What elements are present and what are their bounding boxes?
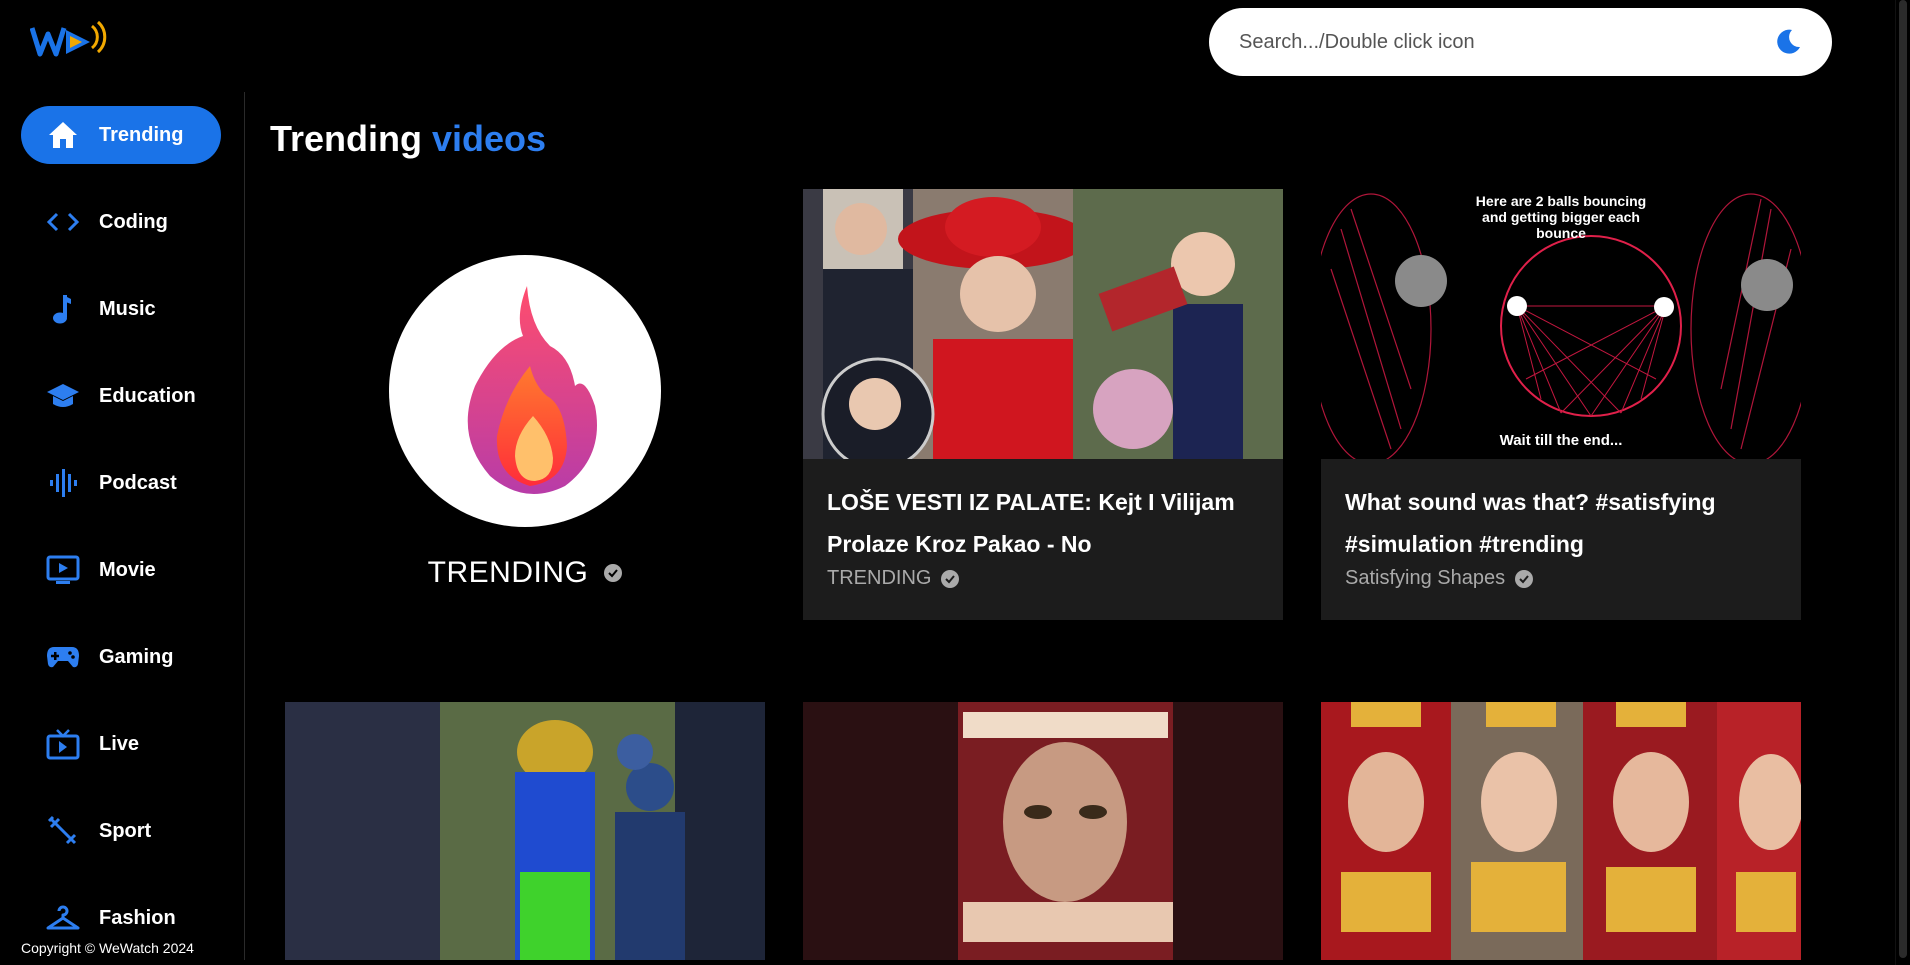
tv-play-icon	[45, 552, 81, 588]
channel-avatar[interactable]	[389, 255, 661, 527]
search-input[interactable]	[1237, 29, 1772, 55]
sidebar-item-label: Coding	[99, 210, 168, 233]
video-card[interactable]: LOŠE VESTI IZ PALATE: Kejt I Vilijam Pro…	[803, 189, 1283, 620]
sidebar-item-education[interactable]: Education	[21, 367, 221, 425]
channel-card[interactable]: TRENDING	[285, 188, 765, 636]
thumbnail-caption-bottom: Wait till the end...	[1499, 432, 1623, 449]
video-title[interactable]: What sound was that? #satisfying #simula…	[1345, 481, 1777, 565]
channel-name-row: TRENDING	[285, 556, 765, 590]
video-thumbnail[interactable]	[285, 702, 765, 960]
sidebar-item-label: Fashion	[99, 906, 176, 929]
verified-icon	[1515, 569, 1534, 588]
video-card[interactable]	[285, 702, 765, 960]
video-card[interactable]	[803, 702, 1283, 960]
audio-wave-icon	[45, 465, 81, 501]
home-icon	[45, 117, 81, 153]
sidebar-item-gaming[interactable]: Gaming	[21, 628, 221, 686]
video-channel-row: Satisfying Shapes	[1345, 567, 1777, 590]
video-card[interactable]	[1321, 702, 1801, 960]
moon-icon[interactable]	[1772, 26, 1804, 58]
sidebar-item-label: Gaming	[99, 645, 174, 668]
music-note-icon	[45, 291, 81, 327]
video-channel-row: TRENDING	[827, 567, 1259, 590]
sidebar-item-label: Sport	[99, 819, 152, 842]
sidebar-item-movie[interactable]: Movie	[21, 541, 221, 599]
video-thumbnail[interactable]	[803, 702, 1283, 960]
page-title-main: Trending	[270, 118, 422, 159]
thumbnail-caption-top: Here are 2 balls bouncing and getting bi…	[1475, 193, 1647, 241]
video-thumbnail[interactable]	[1321, 702, 1801, 960]
video-thumbnail[interactable]: Here are 2 balls bouncing and getting bi…	[1321, 189, 1801, 459]
scrollbar-thumb[interactable]	[1899, 0, 1907, 958]
sidebar-item-coding[interactable]: Coding	[21, 193, 221, 251]
gamepad-icon	[45, 639, 81, 675]
video-thumbnail[interactable]	[803, 189, 1283, 459]
sidebar-item-label: Podcast	[99, 471, 177, 494]
copyright-text: Copyright © WeWatch 2024	[21, 940, 194, 956]
page-title-accent: videos	[432, 118, 547, 159]
sidebar-item-trending[interactable]: Trending	[21, 106, 221, 164]
verified-icon	[941, 569, 960, 588]
sidebar-item-label: Music	[99, 297, 156, 320]
sidebar-item-music[interactable]: Music	[21, 280, 221, 338]
sidebar-item-label: Live	[99, 732, 140, 755]
sidebar-item-podcast[interactable]: Podcast	[21, 454, 221, 512]
scrollbar[interactable]	[1895, 0, 1910, 965]
hanger-icon	[45, 900, 81, 936]
video-card[interactable]: Here are 2 balls bouncing and getting bi…	[1321, 189, 1801, 620]
sidebar-item-label: Education	[99, 384, 196, 407]
sidebar-item-label: Movie	[99, 558, 156, 581]
sport-icon	[45, 813, 81, 849]
page-title: Trending videos	[270, 118, 546, 160]
code-icon	[45, 204, 81, 240]
flame-icon	[467, 286, 597, 494]
sidebar-item-live[interactable]: Live	[21, 715, 221, 773]
sidebar-item-fashion[interactable]: Fashion	[21, 889, 221, 947]
live-tv-icon	[45, 726, 81, 762]
video-title[interactable]: LOŠE VESTI IZ PALATE: Kejt I Vilijam Pro…	[827, 481, 1259, 565]
graduation-cap-icon	[45, 378, 81, 414]
search-bar	[1209, 8, 1832, 76]
sidebar: Trending Coding Music Education Podcast …	[0, 92, 245, 960]
wewatch-logo[interactable]	[29, 18, 110, 62]
video-channel-name[interactable]: TRENDING	[827, 567, 931, 590]
sidebar-item-sport[interactable]: Sport	[21, 802, 221, 860]
video-channel-name[interactable]: Satisfying Shapes	[1345, 567, 1505, 590]
channel-name[interactable]: TRENDING	[428, 556, 589, 590]
verified-icon	[604, 564, 623, 582]
sidebar-item-label: Trending	[99, 123, 184, 146]
